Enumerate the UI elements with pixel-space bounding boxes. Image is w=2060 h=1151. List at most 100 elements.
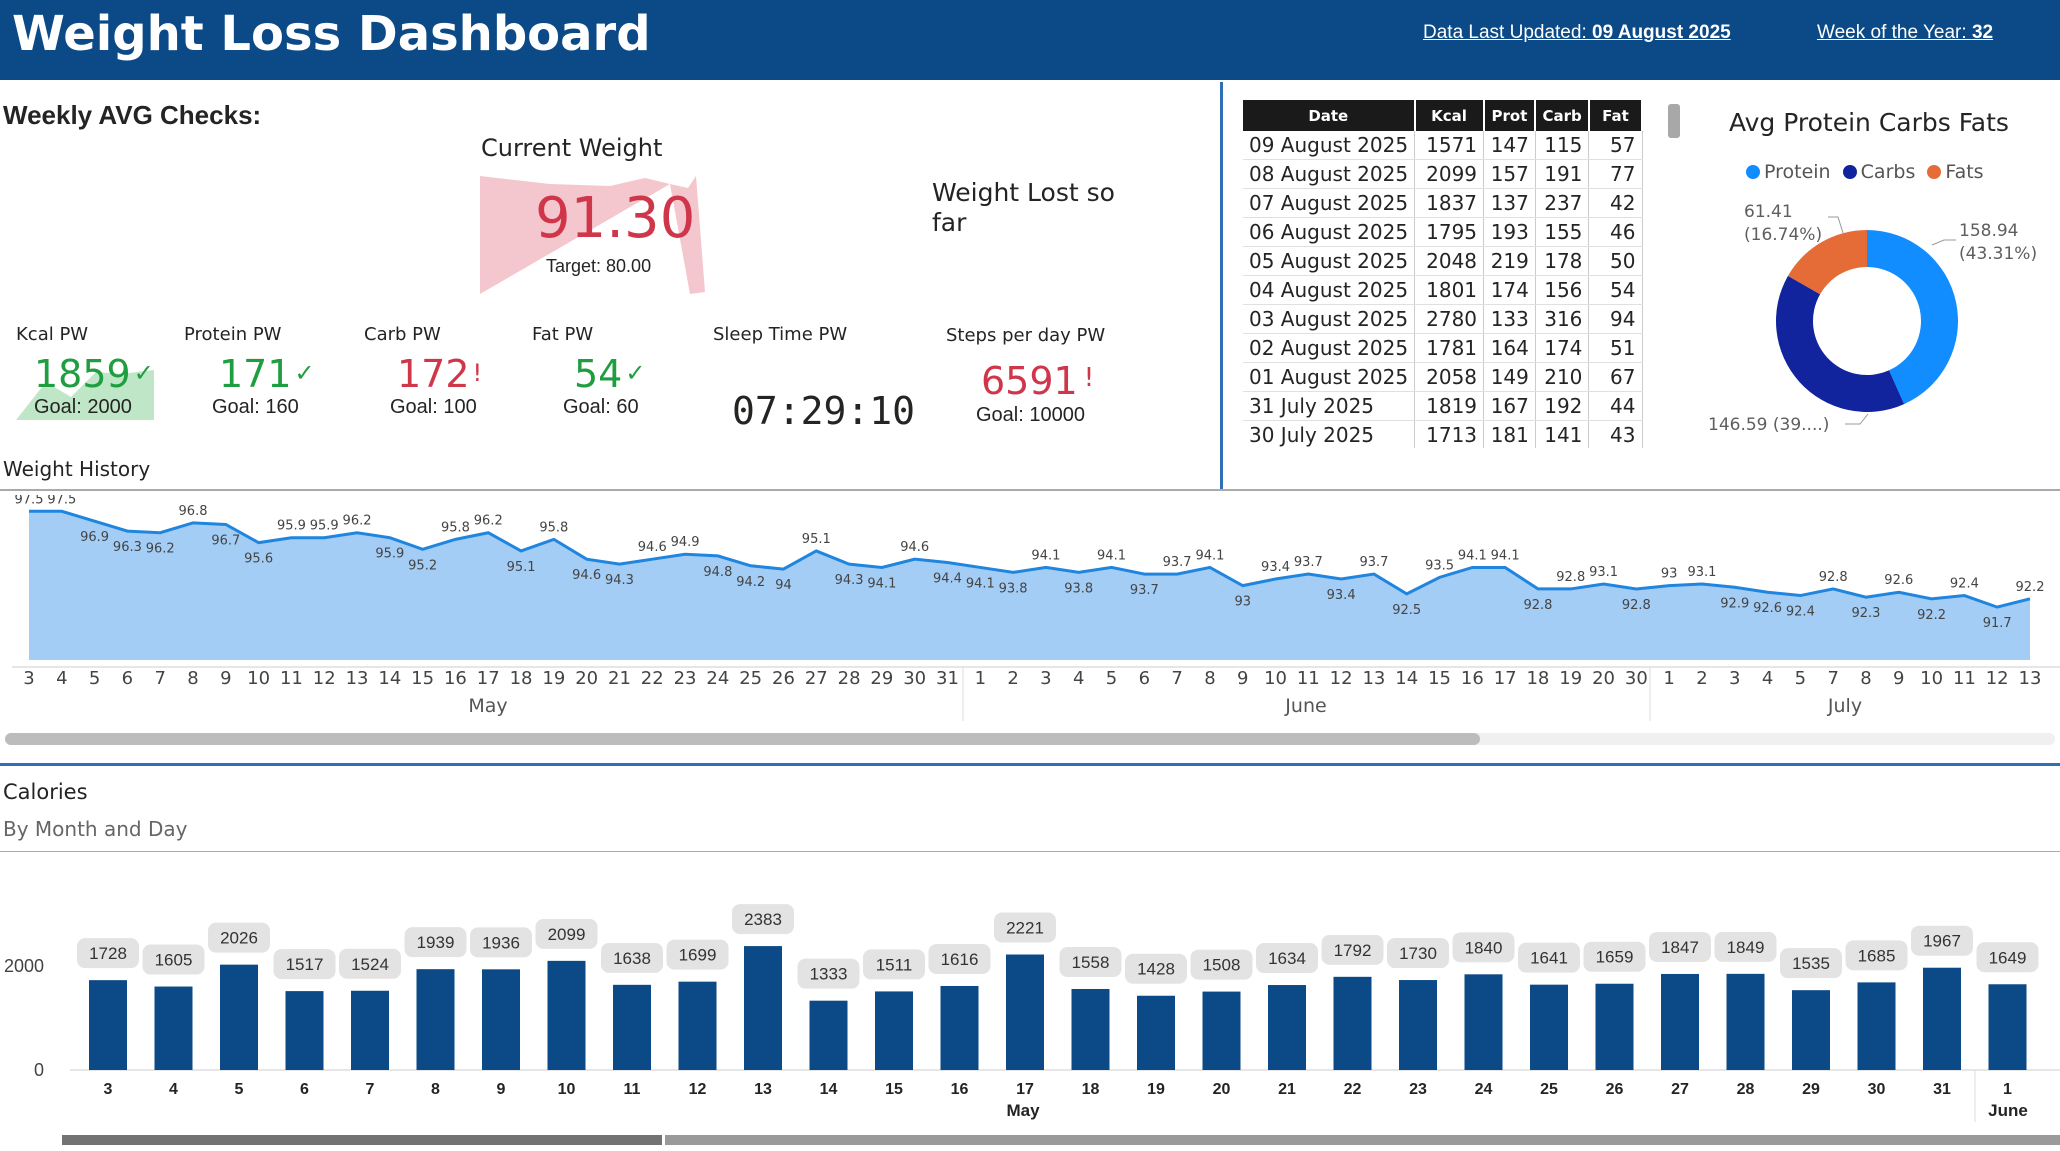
calorie-bar[interactable] [547, 960, 586, 1070]
donut-slice-carbs[interactable] [1776, 275, 1905, 412]
calorie-bar[interactable] [1071, 988, 1110, 1070]
leader-line-fats [1828, 216, 1844, 234]
calorie-bar[interactable] [482, 969, 520, 1070]
calorie-bar[interactable] [1137, 995, 1175, 1070]
table-row[interactable]: 31 July 2025 1819 167 192 44 [1243, 391, 1643, 421]
weight-scrollbar-thumb[interactable] [5, 733, 1480, 745]
weight-month-label: May [468, 695, 507, 717]
table-header-kcal[interactable]: Kcal [1414, 100, 1485, 131]
calories-bar-chart[interactable]: 0200017283160542026515176152471939819369… [0, 860, 2060, 1151]
table-row[interactable]: 30 July 2025 1713 181 141 43 [1243, 420, 1643, 448]
table-row[interactable]: 09 August 2025 1571 147 115 57 [1243, 131, 1643, 160]
weight-x-tick: 17 [477, 668, 500, 689]
weight-data-label: 95.8 [539, 520, 568, 535]
weight-data-label: 95.6 [244, 552, 273, 567]
table-cell: 167 [1483, 391, 1536, 421]
table-row[interactable]: 08 August 2025 2099 157 191 77 [1243, 159, 1643, 189]
calorie-bar[interactable] [1661, 973, 1699, 1070]
calorie-bar[interactable] [1530, 984, 1568, 1070]
weight-data-label: 93.7 [1294, 555, 1323, 570]
weight-data-label: 91.7 [1983, 616, 2012, 631]
table-cell: 133 [1483, 304, 1536, 334]
calorie-bar[interactable] [1399, 980, 1437, 1070]
weight-x-tick: 26 [772, 668, 795, 689]
calories-scrollbar-track[interactable] [665, 1135, 2060, 1145]
calorie-bar[interactable] [1923, 967, 1961, 1070]
calorie-bar[interactable] [220, 964, 258, 1070]
weekly-title: Weekly AVG Checks: [3, 100, 262, 130]
calorie-bar[interactable] [89, 980, 127, 1070]
kpi-number: 54 [574, 352, 623, 396]
calorie-bar[interactable] [416, 969, 455, 1070]
calorie-x-tick: 8 [431, 1081, 440, 1098]
calorie-bar[interactable] [154, 986, 193, 1070]
donut-data-label: 61.41 [1744, 202, 1793, 222]
calorie-bar[interactable] [1202, 991, 1241, 1070]
calorie-bar[interactable] [285, 991, 324, 1070]
calorie-bar[interactable] [809, 1000, 848, 1070]
calorie-bar[interactable] [613, 984, 651, 1070]
calorie-bar[interactable] [1988, 984, 2027, 1070]
calorie-bar[interactable] [1726, 973, 1765, 1070]
table-row[interactable]: 02 August 2025 1781 164 174 51 [1243, 333, 1643, 363]
legend-carbs[interactable]: Carbs [1842, 161, 1915, 183]
weight-data-label: 94.3 [605, 573, 634, 588]
calorie-bar[interactable] [1792, 990, 1830, 1070]
calorie-data-label: 1634 [1268, 949, 1306, 968]
calorie-bar[interactable] [351, 990, 389, 1070]
calories-y-tick: 0 [34, 1060, 44, 1080]
table-header-prot[interactable]: Prot [1483, 100, 1537, 131]
steps-label: Steps per day PW [946, 325, 1106, 346]
table-header-date[interactable]: Date [1243, 100, 1416, 131]
table-scrollbar-thumb[interactable] [1668, 104, 1680, 138]
table-row[interactable]: 01 August 2025 2058 149 210 67 [1243, 362, 1643, 392]
calorie-bar[interactable] [1333, 976, 1372, 1070]
weight-history-chart[interactable]: 97.5 3 97.5 4 96.9 5 96.3 6 96.2 7 96.8 8 96.7 9 95.6 1… [0, 495, 2060, 745]
weight-x-tick: 3 [1729, 668, 1740, 689]
weight-x-tick: 11 [280, 668, 303, 689]
weight-x-tick: 21 [608, 668, 631, 689]
calorie-data-label: 1936 [482, 933, 520, 952]
calorie-bar[interactable] [1268, 985, 1306, 1070]
current-weight-value: 91.30 [535, 186, 696, 251]
current-weight-target: Target: 80.00 [546, 256, 652, 276]
calorie-bar[interactable] [875, 991, 913, 1070]
week-of-year[interactable]: Week of the Year: 32 [1817, 22, 1993, 44]
weight-data-label: 92.4 [1786, 605, 1815, 620]
table-row[interactable]: 04 August 2025 1801 174 156 54 [1243, 275, 1643, 305]
table-row[interactable]: 06 August 2025 1795 193 155 46 [1243, 217, 1643, 247]
weight-data-label: 95.9 [375, 547, 404, 562]
calorie-bar[interactable] [1464, 974, 1503, 1070]
weight-x-tick: 11 [1953, 668, 1976, 689]
calorie-bar[interactable] [1857, 982, 1896, 1070]
kpi-label: Protein PW [184, 324, 282, 345]
calorie-x-tick: 12 [689, 1081, 707, 1098]
donut-data-label: 146.59 (39....) [1708, 415, 1829, 435]
table-row[interactable]: 03 August 2025 2780 133 316 94 [1243, 304, 1643, 334]
calorie-bar[interactable] [678, 981, 717, 1070]
weight-x-tick: 7 [1827, 668, 1838, 689]
calorie-bar[interactable] [1595, 983, 1634, 1070]
weight-data-label: 93.1 [1687, 565, 1716, 580]
nutrition-table[interactable]: Date Kcal Prot Carb Fat 09 August 2025 1571 14… [1243, 100, 1643, 448]
macros-donut-chart[interactable]: 61.41 (16.74%) 158.94 (43.31%) 146.59 (39...… [1700, 190, 2060, 450]
weight-data-label: 93 [1234, 595, 1251, 610]
table-header-fat[interactable]: Fat [1588, 100, 1643, 131]
table-cell: 07 August 2025 [1243, 188, 1416, 218]
calories-scrollbar-thumb[interactable] [62, 1135, 662, 1145]
table-row[interactable]: 05 August 2025 2048 219 178 50 [1243, 246, 1643, 276]
weight-x-tick: 7 [154, 668, 165, 689]
table-row[interactable]: 07 August 2025 1837 137 237 42 [1243, 188, 1643, 218]
legend-protein[interactable]: Protein [1746, 161, 1831, 183]
legend-fats[interactable]: Fats [1927, 161, 1984, 183]
table-cell: 77 [1588, 159, 1643, 189]
calorie-bar[interactable] [1006, 954, 1044, 1070]
data-last-updated[interactable]: Data Last Updated: 09 August 2025 [1423, 22, 1731, 44]
weight-data-label: 96.3 [113, 540, 142, 555]
calorie-data-label: 1730 [1399, 944, 1437, 963]
calorie-bar[interactable] [744, 946, 782, 1070]
calorie-data-label: 1699 [679, 946, 717, 965]
table-header-carb[interactable]: Carb [1535, 100, 1590, 131]
calorie-data-label: 1511 [876, 955, 913, 974]
calorie-bar[interactable] [940, 985, 979, 1070]
